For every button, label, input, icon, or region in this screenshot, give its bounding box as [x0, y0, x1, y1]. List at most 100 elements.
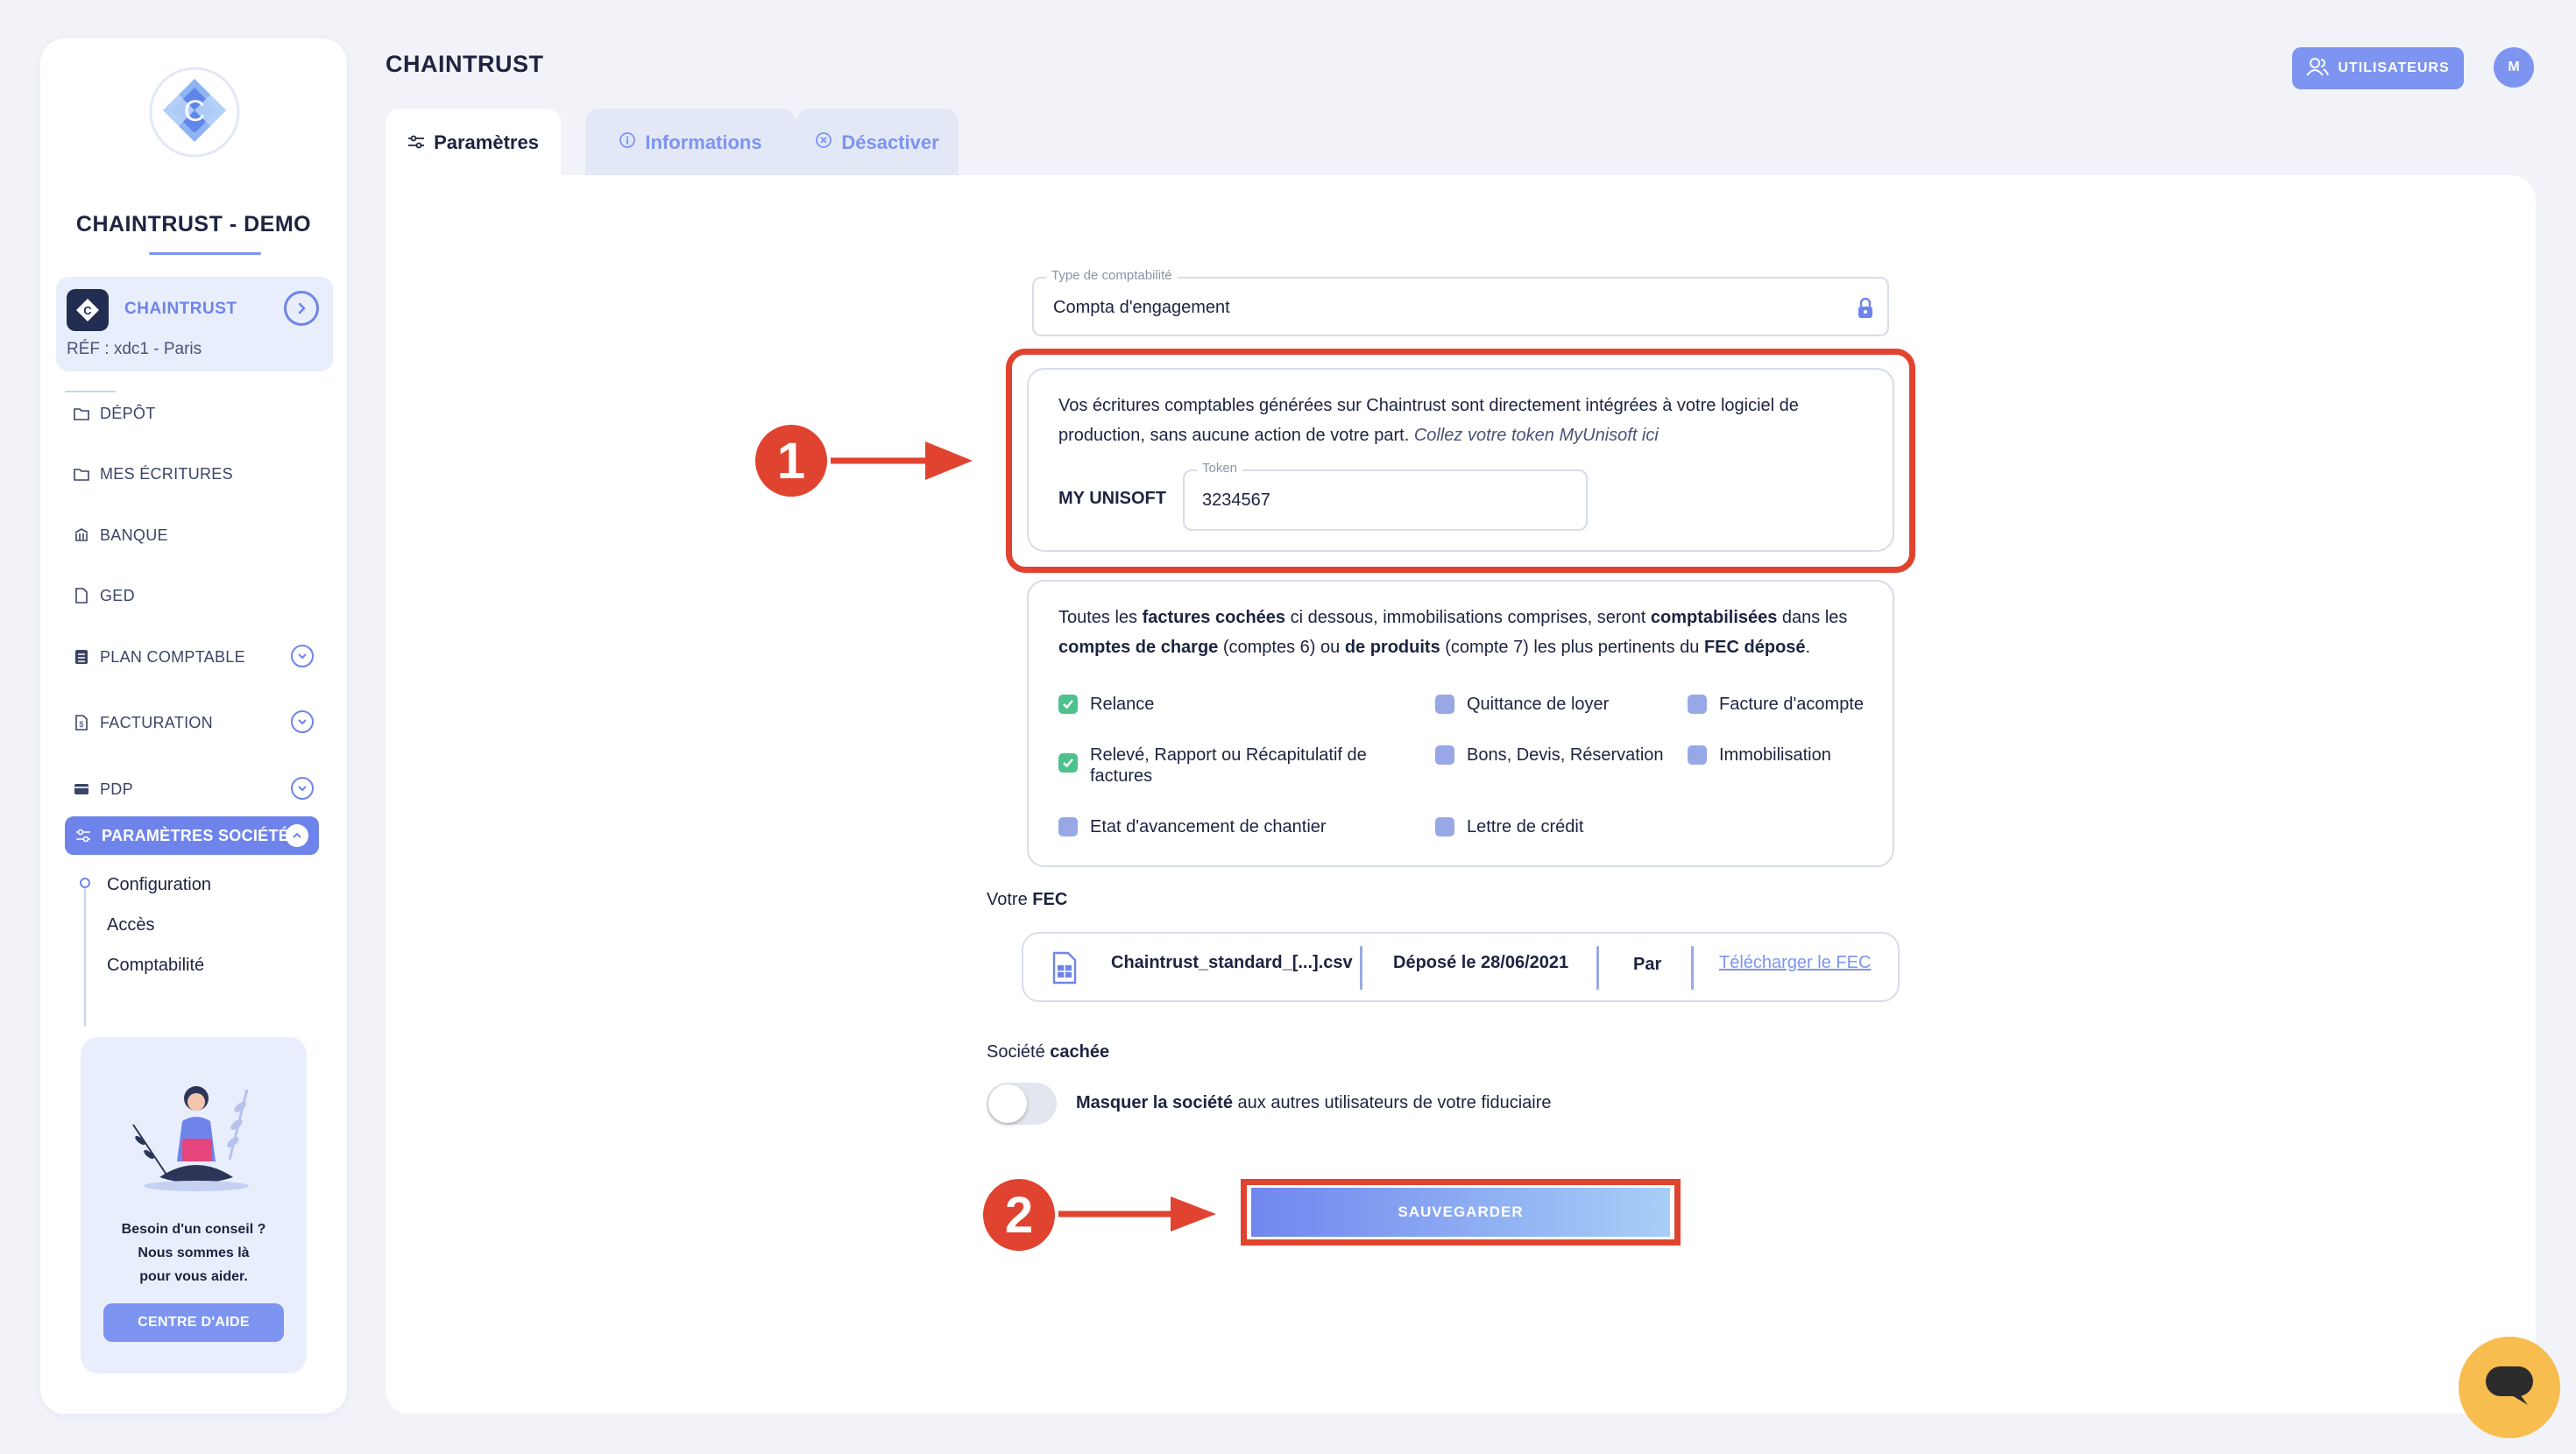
sliders-icon	[74, 826, 93, 845]
checkbox-checked-icon	[1058, 695, 1078, 714]
svg-text:C: C	[83, 304, 92, 317]
tab-desactiver[interactable]: Désactiver	[796, 109, 959, 177]
help-text: Besoin d'un conseil ? Nous sommes là pou…	[81, 1218, 307, 1288]
text-part-bold: FEC déposé	[1703, 638, 1806, 657]
checkbox-relance[interactable]: Relance	[1058, 694, 1154, 715]
help-center-button[interactable]: CENTRE D'AIDE	[103, 1303, 284, 1342]
chevron-down-icon[interactable]	[291, 645, 314, 667]
help-line: Besoin d'un conseil ?	[121, 1222, 266, 1237]
org-card[interactable]: C CHAINTRUST RÉF : xdc1 - Paris	[56, 277, 333, 371]
fec-separator	[1596, 946, 1599, 990]
lock-icon	[1856, 297, 1875, 319]
save-button[interactable]: SAUVEGARDER	[1251, 1188, 1670, 1237]
tab-informations[interactable]: Informations	[585, 109, 796, 177]
checkbox-unchecked-icon	[1435, 745, 1454, 765]
fec-file-bar: Chaintrust_standard_[...].csv Déposé le …	[1022, 932, 1900, 1002]
fec-section-label: Votre FEC	[987, 890, 1067, 910]
checkbox-checked-icon	[1058, 753, 1078, 773]
avatar[interactable]: M	[2494, 47, 2534, 88]
checkbox-unchecked-icon	[1688, 695, 1707, 714]
chevron-down-icon[interactable]	[291, 777, 314, 800]
checkbox-unchecked-icon	[1435, 695, 1454, 714]
annotation-step-2: 2	[983, 1179, 1055, 1251]
accounting-type-select[interactable]: Type de comptabilité Compta d'engagement	[1032, 268, 1889, 336]
fec-separator	[1360, 946, 1362, 990]
text-part: ci dessous, immobilisations comprises, s…	[1285, 608, 1651, 627]
sidebar-item-ged[interactable]: GED	[72, 576, 326, 615]
text-part-bold: cachée	[1050, 1042, 1110, 1062]
accounting-type-value: Compta d'engagement	[1053, 298, 1230, 317]
checkbox-lettre-de-credit[interactable]: Lettre de crédit	[1435, 816, 1583, 837]
text-part: .	[1805, 638, 1811, 657]
company-logo: C	[149, 67, 240, 158]
checkbox-label: Facture d'acompte	[1719, 695, 1865, 714]
sidebar-item-label: MES ÉCRITURES	[100, 464, 233, 483]
sidebar-item-label: PDP	[100, 780, 133, 798]
sidebar-item-label: PLAN COMPTABLE	[100, 647, 245, 666]
sidebar-item-mes-ecritures[interactable]: MES ÉCRITURES	[72, 455, 326, 493]
sidebar-item-depot[interactable]: DÉPÔT	[72, 394, 326, 433]
annotation-highlight-1	[1006, 349, 1915, 573]
org-badge-icon: C	[67, 289, 109, 331]
sidebar-item-parametres-societe[interactable]: PARAMÈTRES SOCIÉTÉ	[65, 816, 319, 855]
checkbox-facture-d-acompte[interactable]: Facture d'acompte	[1688, 694, 1864, 715]
chevron-up-icon[interactable]	[286, 824, 308, 847]
checkbox-unchecked-icon	[1435, 817, 1454, 836]
org-name: CHAINTRUST	[124, 300, 237, 318]
sidebar-item-plan-comptable[interactable]: PLAN COMPTABLE	[72, 638, 326, 676]
hidden-company-label: Société cachée	[987, 1042, 1109, 1062]
tab-parametres[interactable]: Paramètres	[386, 109, 561, 177]
text-part: Toutes les	[1058, 608, 1143, 627]
sidebar-item-label: PARAMÈTRES SOCIÉTÉ	[102, 826, 290, 844]
checkbox-label: Relevé, Rapport ou Récapitulatif de fact…	[1090, 745, 1367, 786]
sidebar-item-pdp[interactable]: PDP	[72, 770, 326, 808]
sidebar-item-label: BANQUE	[100, 526, 168, 544]
submenu-active-dot	[80, 878, 90, 888]
hide-company-description: Masquer la société aux autres utilisateu…	[1076, 1093, 1551, 1113]
checkbox-releve-rapport[interactable]: Relevé, Rapport ou Récapitulatif de fact…	[1058, 745, 1391, 787]
chevron-right-icon[interactable]	[284, 291, 319, 326]
checkbox-label: Etat d'avancement de chantier	[1090, 817, 1327, 836]
users-button[interactable]: UTILISATEURS	[2292, 47, 2464, 89]
folder-icon	[72, 404, 91, 423]
checkbox-immobilisation[interactable]: Immobilisation	[1688, 745, 1831, 766]
accounting-type-legend: Type de comptabilité	[1046, 268, 1178, 283]
checkbox-unchecked-icon	[1688, 745, 1707, 765]
text-part: Société	[987, 1042, 1051, 1062]
annotation-arrow-2	[1058, 1196, 1216, 1232]
document-icon	[72, 586, 91, 605]
sidebar: C CHAINTRUST - DEMO C CHAINTRUST RÉF : x…	[40, 39, 347, 1414]
x-circle-icon	[815, 131, 832, 154]
submenu-item-configuration[interactable]: Configuration	[107, 875, 211, 895]
checkbox-etat-avancement-chantier[interactable]: Etat d'avancement de chantier	[1058, 816, 1327, 837]
chevron-down-icon[interactable]	[291, 710, 314, 733]
ledger-icon	[72, 647, 91, 667]
fec-file-name: Chaintrust_standard_[...].csv	[1111, 953, 1353, 972]
fec-by-label: Par	[1633, 955, 1662, 974]
hide-company-toggle[interactable]	[987, 1083, 1057, 1125]
download-fec-link[interactable]: Télécharger le FEC	[1719, 953, 1871, 973]
bank-icon	[72, 526, 91, 545]
fec-deposit-date: Déposé le 28/06/2021	[1393, 953, 1569, 972]
card-icon	[72, 780, 91, 799]
sidebar-item-banque[interactable]: BANQUE	[72, 516, 326, 554]
checkbox-label: Lettre de crédit	[1467, 817, 1584, 836]
tab-label: Informations	[645, 131, 762, 153]
checkbox-label: Bons, Devis, Réservation	[1467, 745, 1664, 765]
sliders-icon	[407, 131, 425, 154]
submenu-item-comptabilite[interactable]: Comptabilité	[107, 956, 204, 976]
sidebar-item-facturation[interactable]: $ FACTURATION	[72, 703, 326, 742]
chat-bubble-icon	[2484, 1365, 2535, 1411]
nav-separator	[65, 391, 116, 392]
checkbox-bons-devis-reservation[interactable]: Bons, Devis, Réservation	[1435, 745, 1664, 766]
submenu-line	[84, 879, 86, 1027]
chat-button[interactable]	[2459, 1337, 2560, 1438]
help-card: Besoin d'un conseil ? Nous sommes là pou…	[81, 1037, 307, 1373]
text-part: Votre	[987, 890, 1033, 909]
checkbox-unchecked-icon	[1058, 817, 1078, 836]
checkbox-quittance-de-loyer[interactable]: Quittance de loyer	[1435, 694, 1609, 715]
submenu-item-acces[interactable]: Accès	[107, 915, 154, 935]
users-icon	[2306, 57, 2330, 81]
text-part-bold: factures cochées	[1142, 608, 1286, 627]
tab-label: Paramètres	[434, 131, 539, 153]
